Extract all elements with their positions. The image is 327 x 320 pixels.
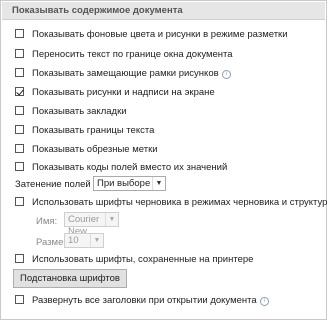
option-label: Показывать границы текста (32, 125, 155, 136)
option-label: Использовать шрифты, сохраненные на прин… (32, 254, 254, 265)
checkbox[interactable] (15, 106, 24, 115)
font-name-select[interactable]: Courier New ▼ (64, 212, 119, 237)
checkbox[interactable] (15, 68, 24, 77)
checkbox[interactable] (15, 49, 24, 58)
field-shading-label: Затенение полей (15, 179, 91, 190)
section-header: Показывать содержимое документа (2, 2, 325, 20)
option-label: Показывать закладки (32, 106, 127, 117)
option-label: Показывать замещающие рамки рисунков (32, 68, 219, 79)
option-label: Переносить текст по границе окна докумен… (32, 49, 233, 60)
chevron-down-icon[interactable]: ▼ (105, 213, 118, 226)
option-label: Показывать коды полей вместо их значений (32, 162, 228, 173)
option-label: Показывать обрезные метки (32, 144, 158, 155)
checkbox[interactable] (15, 295, 24, 304)
info-icon: i (221, 70, 231, 79)
font-substitution-button[interactable]: Подстановка шрифтов (13, 269, 127, 288)
font-size-select[interactable]: 10 ▼ (64, 233, 104, 248)
checkbox[interactable] (15, 162, 24, 171)
checkbox-checked[interactable] (15, 87, 24, 96)
option-label: Показывать фоновые цвета и рисунки в реж… (32, 29, 288, 40)
field-shading-value: При выборе (97, 178, 151, 189)
info-icon: i (259, 297, 269, 306)
field-shading-select[interactable]: При выборе ▼ (93, 176, 166, 191)
chevron-down-icon[interactable]: ▼ (152, 177, 165, 190)
checkbox[interactable] (15, 125, 24, 134)
section-title: Показывать содержимое документа (12, 5, 183, 16)
option-label: Показывать рисунки и надписи на экране (32, 87, 215, 98)
option-label: Развернуть все заголовки при открытии до… (32, 295, 257, 306)
checkbox[interactable] (15, 144, 24, 153)
checkbox[interactable] (15, 29, 24, 38)
font-size-value: 10 (68, 235, 79, 246)
checkbox[interactable] (15, 254, 24, 263)
option-label: Использовать шрифты черновика в режимах … (32, 197, 327, 208)
chevron-down-icon[interactable]: ▼ (90, 234, 103, 247)
checkbox[interactable] (15, 197, 24, 206)
font-name-label: Имя: (36, 216, 58, 227)
